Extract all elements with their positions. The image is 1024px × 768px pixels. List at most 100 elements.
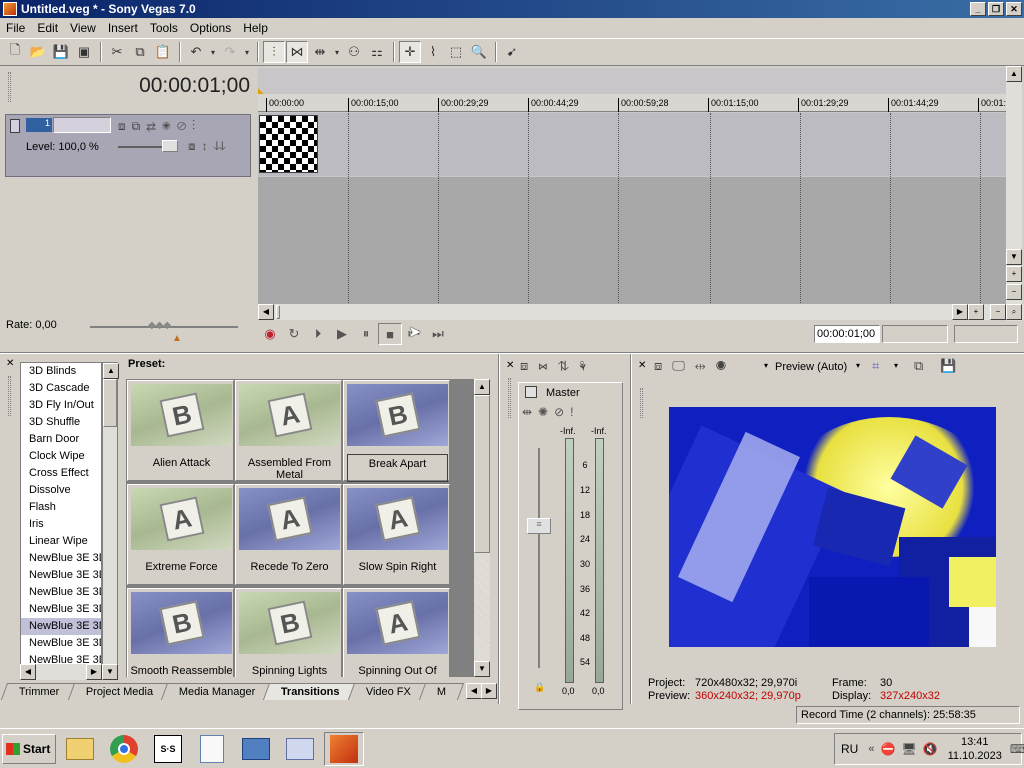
- pause-icon[interactable]: ⏸: [354, 323, 378, 345]
- overlays-dropdown-icon[interactable]: ▾: [894, 361, 898, 370]
- master-fader-track[interactable]: [538, 448, 540, 668]
- transition-list-item[interactable]: Cross Effect: [21, 465, 101, 482]
- track-composite-icons[interactable]: ⧇↕⇊: [188, 139, 232, 154]
- menu-tools[interactable]: Tools: [144, 21, 184, 35]
- track-name-field[interactable]: [53, 117, 111, 133]
- stop-icon[interactable]: ■: [378, 323, 402, 345]
- master-fader-thumb[interactable]: ≡: [527, 518, 551, 534]
- redo-dropdown-icon[interactable]: ▾: [242, 41, 252, 63]
- menu-view[interactable]: View: [64, 21, 102, 35]
- preset-thumbnail[interactable]: B Spinning Lights: [235, 588, 342, 677]
- toolbar-grip[interactable]: [8, 72, 11, 102]
- transitions-list-hscrollbar[interactable]: ◀ ▶ ▼: [20, 664, 118, 680]
- preset-scroll-thumb[interactable]: [474, 395, 490, 553]
- preset-thumbnail[interactable]: A Slow Spin Right: [343, 484, 450, 585]
- chrome-taskbar-icon[interactable]: [104, 732, 144, 766]
- menu-edit[interactable]: Edit: [31, 21, 64, 35]
- menu-insert[interactable]: Insert: [102, 21, 144, 35]
- tab-more[interactable]: M: [418, 682, 465, 700]
- paste-icon[interactable]: 📋: [152, 41, 174, 63]
- transition-list-item[interactable]: NewBlue 3E 3D: [21, 601, 101, 618]
- menu-file[interactable]: File: [0, 21, 31, 35]
- new-file-icon[interactable]: 🗋: [4, 41, 26, 63]
- language-indicator[interactable]: RU: [841, 742, 858, 756]
- video-track-lane[interactable]: [258, 113, 1006, 176]
- start-button[interactable]: Start: [2, 733, 56, 764]
- transition-list-item[interactable]: Clock Wipe: [21, 448, 101, 465]
- time-ruler[interactable]: 00:00:00 00:00:15;00 00:00:29;29 00:00:4…: [258, 94, 1011, 112]
- normal-edit-tool-icon[interactable]: ✛: [399, 41, 421, 63]
- explorer-taskbar-icon[interactable]: [60, 732, 100, 766]
- transition-list-item[interactable]: Flash: [21, 499, 101, 516]
- envelope-tool-icon[interactable]: ⌇: [422, 41, 444, 63]
- transition-list-item[interactable]: NewBlue 3E 3D: [21, 550, 101, 567]
- keyboard-taskbar-icon[interactable]: [280, 732, 320, 766]
- tray-device-icon[interactable]: 🖥: [901, 742, 916, 756]
- transition-list-item[interactable]: 3D Fly In/Out: [21, 397, 101, 414]
- open-folder-icon[interactable]: 📂: [27, 41, 49, 63]
- zoom-in-horizontal-icon[interactable]: +: [968, 304, 984, 320]
- transition-list-item[interactable]: Barn Door: [21, 431, 101, 448]
- master-fx-icons[interactable]: ⇹✺⊘!: [522, 405, 580, 419]
- transition-list-item[interactable]: 3D Shuffle: [21, 414, 101, 431]
- transition-list-item[interactable]: 3D Blinds: [21, 363, 101, 380]
- preset-scrollbar[interactable]: ▲ ▼: [474, 379, 490, 677]
- timeline-vertical-scrollbar[interactable]: ▲ ▼ + −: [1006, 66, 1022, 321]
- lock-envelopes-icon[interactable]: ⚇: [343, 41, 365, 63]
- list-scroll-thumb[interactable]: [103, 379, 117, 427]
- preset-thumbnail[interactable]: B Smooth Reassemble: [127, 588, 234, 677]
- transition-list-item[interactable]: NewBlue 3E 3D: [21, 618, 101, 635]
- zoom-out-horizontal-icon[interactable]: −: [990, 304, 1006, 320]
- preset-scroll-down-icon[interactable]: ▼: [474, 661, 490, 677]
- transitions-list[interactable]: 3D Blinds 3D Cascade 3D Fly In/Out 3D Shuff…: [20, 362, 102, 678]
- track-fx-icons[interactable]: ⧈⧉⇄✺⊘⋮: [118, 119, 201, 134]
- ignore-grouping-icon[interactable]: ⚏: [366, 41, 388, 63]
- zoom-out-vertical-icon[interactable]: −: [1006, 284, 1022, 300]
- zoom-tool-icon[interactable]: 🔍: [468, 41, 490, 63]
- preview-close-icon[interactable]: ✕: [638, 360, 646, 371]
- transitions-close-icon[interactable]: ✕: [6, 358, 14, 369]
- volume-muted-icon[interactable]: 🔇: [923, 742, 938, 756]
- undo-dropdown-icon[interactable]: ▾: [208, 41, 218, 63]
- minimize-button[interactable]: _: [970, 2, 986, 16]
- scroll-left-icon[interactable]: ◀: [258, 304, 274, 320]
- transition-list-item[interactable]: NewBlue 3E 3D: [21, 567, 101, 584]
- tab-project-media[interactable]: Project Media: [67, 682, 171, 700]
- fader-lock-icon[interactable]: 🔒: [534, 682, 545, 693]
- tabs-scroll-left-icon[interactable]: ◀: [466, 683, 482, 699]
- zoom-tool-small-icon[interactable]: ⌕: [1006, 304, 1022, 320]
- close-button[interactable]: ✕: [1006, 2, 1022, 16]
- sus-app-taskbar-icon[interactable]: S·S: [148, 732, 188, 766]
- transition-list-item[interactable]: 3D Cascade: [21, 380, 101, 397]
- preview-quality-dropdown[interactable]: Preview (Auto): [775, 361, 847, 373]
- transition-list-item[interactable]: Iris: [21, 516, 101, 533]
- zoom-in-vertical-icon[interactable]: +: [1006, 266, 1022, 282]
- undo-icon[interactable]: ↶: [185, 41, 207, 63]
- window-grip[interactable]: [8, 376, 11, 416]
- video-track-header[interactable]: 1 ⧈⧉⇄✺⊘⋮ Level: 100,0 % ⧇↕⇊: [5, 114, 251, 177]
- clock[interactable]: 13:41 11.10.2023: [948, 735, 1002, 763]
- empty-track-area[interactable]: [258, 177, 1006, 304]
- rate-slider-thumb-icon[interactable]: ◆◆◆: [148, 320, 171, 331]
- preview-quality-arrow-icon[interactable]: ▾: [856, 361, 860, 370]
- help-pointer-icon[interactable]: ➹: [501, 41, 523, 63]
- transition-list-item[interactable]: Dissolve: [21, 482, 101, 499]
- master-bus-icon[interactable]: [525, 386, 537, 398]
- selection-tool-icon[interactable]: ⬚: [445, 41, 467, 63]
- save-icon[interactable]: 💾: [50, 41, 72, 63]
- time-field[interactable]: 00:00:01;00: [814, 325, 880, 343]
- copy-icon[interactable]: ⧉: [129, 41, 151, 63]
- scroll-down-icon[interactable]: ▼: [1006, 249, 1022, 265]
- record-icon[interactable]: ◉: [258, 323, 282, 345]
- preview-props-icons[interactable]: ⧈🖵⇹◉: [654, 358, 736, 374]
- preset-thumbnail[interactable]: B Break Apart: [343, 380, 450, 482]
- track-expand-icon[interactable]: [10, 119, 20, 133]
- ripple-edit-icon[interactable]: ⇹: [309, 41, 331, 63]
- level-slider-thumb[interactable]: [162, 140, 178, 152]
- tray-expand-icon[interactable]: «: [868, 743, 874, 755]
- scroll-right-icon[interactable]: ▶: [952, 304, 968, 320]
- tab-video-fx[interactable]: Video FX: [347, 682, 430, 700]
- preset-thumbnail[interactable]: A Recede To Zero: [235, 484, 342, 585]
- mixer-close-icon[interactable]: ✕: [506, 360, 514, 371]
- timeline-horizontal-scrollbar[interactable]: ◀ ▶ + − ⌕: [258, 304, 1024, 320]
